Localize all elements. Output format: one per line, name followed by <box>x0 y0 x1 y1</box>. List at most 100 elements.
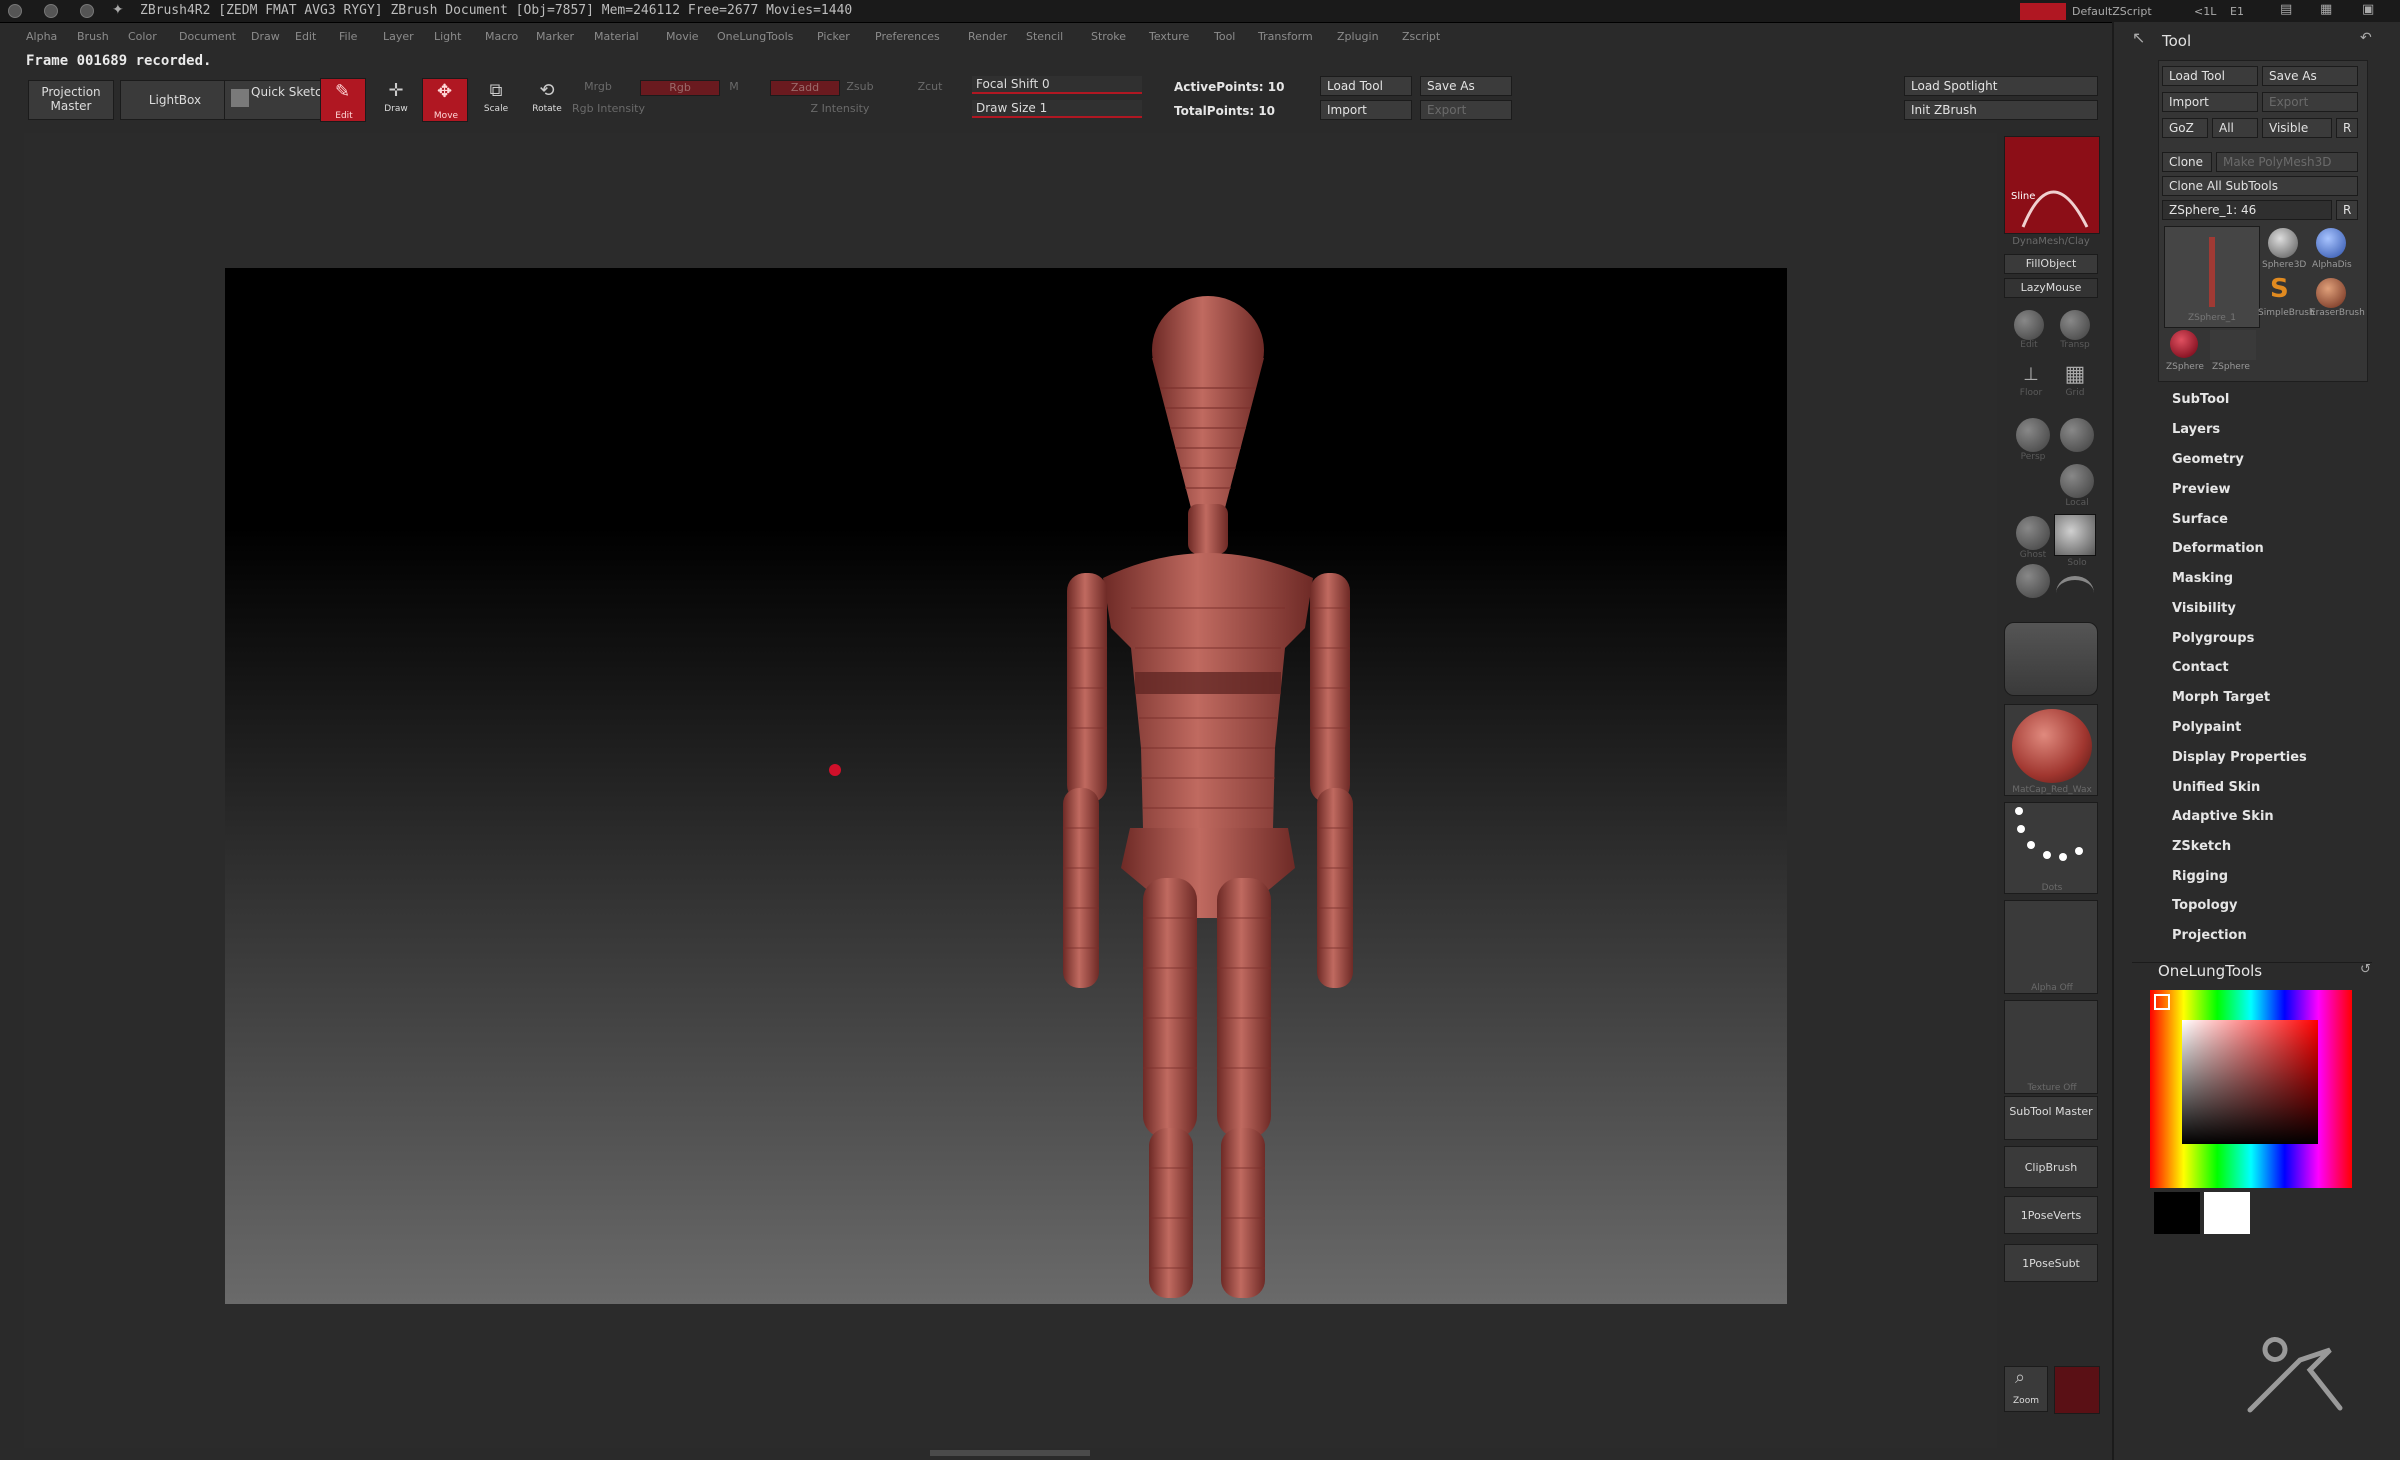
hotkey-indicator[interactable]: <1L <box>2194 3 2216 20</box>
zsphere-figure[interactable] <box>1063 296 1353 1298</box>
close-window-icon[interactable] <box>8 4 22 18</box>
menu-zscript[interactable]: Zscript <box>1402 30 1440 43</box>
menu-marker[interactable]: Marker <box>536 30 574 43</box>
saturation-value-square[interactable] <box>2182 1020 2318 1144</box>
menu-material[interactable]: Material <box>594 30 639 43</box>
toolbar-import-button[interactable]: Import <box>1320 100 1412 120</box>
hue-marker[interactable] <box>2154 994 2170 1010</box>
menu-onelungtools[interactable]: OneLungTools <box>717 30 793 43</box>
secondary-color-swatch[interactable] <box>2154 1192 2200 1234</box>
load-tool-button[interactable]: Load Tool <box>2162 66 2258 86</box>
canvas-scroll-handle[interactable] <box>930 1450 1090 1456</box>
menu-preferences[interactable]: Preferences <box>875 30 940 43</box>
xpose-icon[interactable] <box>2016 564 2050 598</box>
menu-render[interactable]: Render <box>968 30 1007 43</box>
menu-edit[interactable]: Edit <box>295 30 316 43</box>
menu-transform[interactable]: Transform <box>1258 30 1313 43</box>
section-adaptive-skin[interactable]: Adaptive Skin <box>2172 809 2274 824</box>
floor-icon[interactable]: ⊥ <box>2016 364 2046 388</box>
stroke-swatch[interactable]: Dots <box>2004 802 2098 894</box>
onelungtools-header[interactable]: OneLungTools <box>2158 962 2262 980</box>
local-2-icon[interactable] <box>2060 464 2094 498</box>
section-display-properties[interactable]: Display Properties <box>2172 750 2307 765</box>
move-button[interactable]: ✥ Move <box>422 78 468 122</box>
toolbar-export-button[interactable]: Export <box>1420 100 1512 120</box>
alphadis-icon[interactable] <box>2316 228 2346 258</box>
sphere3d-icon[interactable] <box>2268 228 2298 258</box>
section-contact[interactable]: Contact <box>2172 660 2229 675</box>
persp-icon[interactable] <box>2016 418 2050 452</box>
zsphere-2-thumb[interactable] <box>2210 330 2256 360</box>
menu-color[interactable]: Color <box>128 30 157 43</box>
transp-icon[interactable] <box>2060 310 2090 340</box>
section-surface[interactable]: Surface <box>2172 512 2228 527</box>
layout-icon[interactable]: ▤ <box>2280 2 2292 17</box>
scale-button[interactable]: ⧉ Scale <box>476 80 516 124</box>
polyframe-swatch[interactable] <box>2004 622 2098 696</box>
ipose-verts-button[interactable]: 1PoseVerts <box>2004 1196 2098 1234</box>
document-viewport[interactable] <box>225 268 1787 1304</box>
maximize-window-icon[interactable] <box>80 4 94 18</box>
goz-r-button[interactable]: R <box>2336 118 2358 138</box>
subtool-master-button[interactable]: SubTool Master <box>2004 1096 2098 1140</box>
zsphere-slider[interactable]: ZSphere_1: 46 <box>2162 200 2332 220</box>
save-as-button[interactable]: Save As <box>2262 66 2358 86</box>
mrgb-button[interactable]: Mrgb <box>578 80 618 93</box>
current-tool-thumb[interactable]: ZSphere_1 <box>2164 226 2260 328</box>
clone-button[interactable]: Clone <box>2162 152 2212 172</box>
alpha-swatch[interactable]: Alpha Off <box>2004 900 2098 994</box>
local-icon[interactable] <box>2060 418 2094 452</box>
toolbar-load-tool-button[interactable]: Load Tool <box>1320 76 1412 96</box>
section-polygroups[interactable]: Polygroups <box>2172 631 2254 646</box>
menu-stroke[interactable]: Stroke <box>1091 30 1126 43</box>
tray-collapse-icon[interactable]: ↶ <box>2360 30 2372 46</box>
init-zbrush-button[interactable]: Init ZBrush <box>1904 100 2098 120</box>
menu-draw[interactable]: Draw <box>251 30 280 43</box>
section-deformation[interactable]: Deformation <box>2172 541 2264 556</box>
clone-all-subtools-button[interactable]: Clone All SubTools <box>2162 176 2358 196</box>
palette-icon[interactable]: ▦ <box>2320 2 2332 17</box>
quick-sketch-button[interactable]: Quick Sketch <box>224 80 334 120</box>
section-polypaint[interactable]: Polypaint <box>2172 720 2241 735</box>
grid-icon[interactable]: ▦ <box>2060 362 2090 388</box>
quicksave-button[interactable] <box>2020 3 2066 20</box>
toolbar-save-as-button[interactable]: Save As <box>1420 76 1512 96</box>
undo-indicator[interactable]: E1 <box>2230 3 2244 20</box>
section-subtool[interactable]: SubTool <box>2172 392 2229 407</box>
section-visibility[interactable]: Visibility <box>2172 601 2236 616</box>
menu-alpha[interactable]: Alpha <box>26 30 57 43</box>
lock-icon[interactable]: ▣ <box>2362 2 2374 17</box>
goz-button[interactable]: GoZ <box>2162 118 2208 138</box>
rgb-button[interactable]: Rgb <box>640 80 720 96</box>
menu-light[interactable]: Light <box>434 30 461 43</box>
goz-all-button[interactable]: All <box>2212 118 2258 138</box>
menu-document[interactable]: Document <box>179 30 236 43</box>
projection-master-button[interactable]: Projection Master <box>28 80 114 120</box>
m-button[interactable]: M <box>724 80 744 93</box>
ipose-subt-button[interactable]: 1PoseSubt <box>2004 1244 2098 1282</box>
eraserbrush-icon[interactable] <box>2316 278 2346 308</box>
zcut-button[interactable]: Zcut <box>910 80 950 93</box>
solo-icon[interactable] <box>2054 514 2096 556</box>
draw-size-slider[interactable]: Draw Size 1 <box>972 100 1142 118</box>
load-spotlight-button[interactable]: Load Spotlight <box>1904 76 2098 96</box>
menu-layer[interactable]: Layer <box>383 30 414 43</box>
section-layers[interactable]: Layers <box>2172 422 2220 437</box>
actual-size-button[interactable] <box>2054 1366 2100 1414</box>
zadd-button[interactable]: Zadd <box>770 80 840 96</box>
menu-file[interactable]: File <box>339 30 357 43</box>
onelung-collapse-icon[interactable]: ↺ <box>2360 962 2371 977</box>
tool-header[interactable]: Tool <box>2162 32 2191 50</box>
material-swatch[interactable]: MatCap_Red_Wax <box>2004 704 2098 796</box>
menu-movie[interactable]: Movie <box>666 30 699 43</box>
section-topology[interactable]: Topology <box>2172 898 2237 913</box>
menu-stencil[interactable]: Stencil <box>1026 30 1063 43</box>
fill-object-button[interactable]: FillObject <box>2004 254 2098 274</box>
section-unified-skin[interactable]: Unified Skin <box>2172 780 2260 795</box>
zsphere-r-button[interactable]: R <box>2336 200 2358 220</box>
lazymouse-button[interactable]: LazyMouse <box>2004 278 2098 298</box>
zsphere-red-icon[interactable] <box>2170 330 2198 358</box>
rgb-intensity-slider[interactable]: Rgb Intensity <box>572 102 712 115</box>
menu-zplugin[interactable]: Zplugin <box>1337 30 1379 43</box>
script-name[interactable]: DefaultZScript <box>2072 3 2152 20</box>
